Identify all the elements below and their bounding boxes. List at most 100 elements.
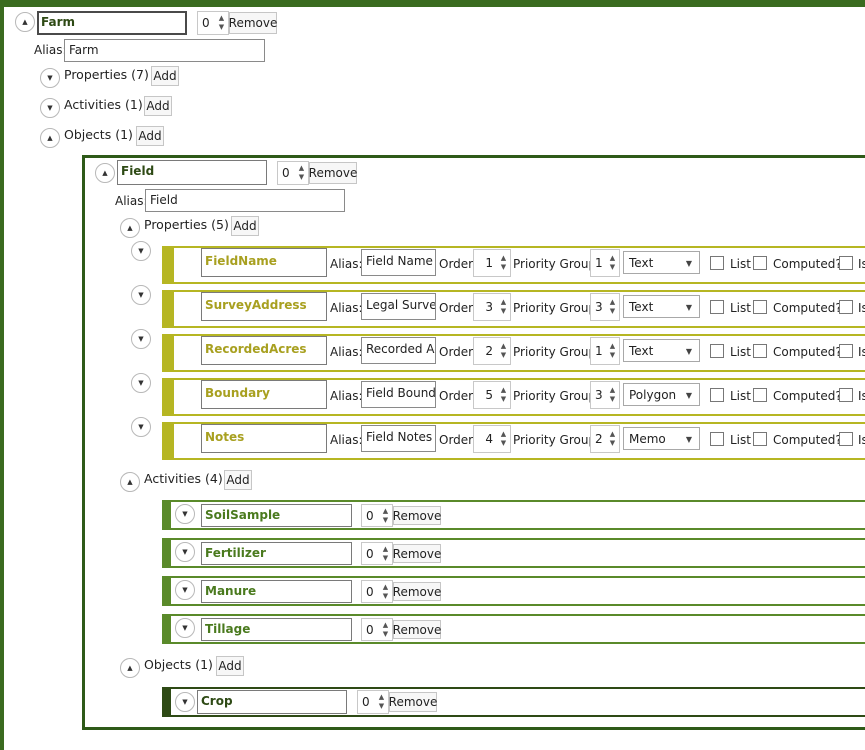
property-type-select[interactable]: Text ▼ xyxy=(623,251,700,274)
property-is-checkbox[interactable] xyxy=(839,256,853,270)
spinner-arrows-icon[interactable]: ▲ ▼ xyxy=(608,382,617,408)
property-alias-input[interactable]: Field Bounda xyxy=(361,381,436,408)
farm-activities-toggle[interactable]: ▼ xyxy=(40,98,60,118)
field-properties-add-button[interactable]: Add xyxy=(231,216,259,236)
activity-order-spinner[interactable]: 0 ▲ ▼ xyxy=(361,542,393,565)
farm-collapse-toggle[interactable]: ▲ xyxy=(15,12,35,32)
property-type-select[interactable]: Memo ▼ xyxy=(623,427,700,450)
property-toggle[interactable]: ▼ xyxy=(131,285,151,305)
property-name-input[interactable]: Notes xyxy=(201,424,327,453)
property-toggle[interactable]: ▼ xyxy=(131,329,151,349)
spinner-arrows-icon[interactable]: ▲ ▼ xyxy=(499,338,508,364)
spinner-arrows-icon[interactable]: ▲ ▼ xyxy=(499,250,508,276)
field-name-input[interactable]: Field xyxy=(117,160,267,185)
property-alias-input[interactable]: Legal Survey xyxy=(361,293,436,320)
property-list-checkbox[interactable] xyxy=(710,432,724,446)
property-type-select[interactable]: Text ▼ xyxy=(623,339,700,362)
field-activities-toggle[interactable]: ▲ xyxy=(120,472,140,492)
property-alias-input[interactable]: Field Notes xyxy=(361,425,436,452)
property-computed-checkbox[interactable] xyxy=(753,344,767,358)
spinner-arrows-icon[interactable]: ▲ ▼ xyxy=(297,162,306,184)
farm-properties-toggle[interactable]: ▼ xyxy=(40,68,60,88)
spinner-arrows-icon[interactable]: ▲ ▼ xyxy=(217,12,226,34)
property-toggle[interactable]: ▼ xyxy=(131,241,151,261)
activity-remove-button[interactable]: Remove xyxy=(393,620,441,639)
activity-toggle[interactable]: ▼ xyxy=(175,618,195,638)
property-order-spinner[interactable]: 5 ▲ ▼ xyxy=(473,381,511,409)
spinner-arrows-icon[interactable]: ▲ ▼ xyxy=(381,581,390,602)
property-is-checkbox[interactable] xyxy=(839,344,853,358)
spinner-arrows-icon[interactable]: ▲ ▼ xyxy=(499,382,508,408)
field-objects-add-button[interactable]: Add xyxy=(216,656,244,676)
property-name-input[interactable]: FieldName xyxy=(201,248,327,277)
property-is-checkbox[interactable] xyxy=(839,388,853,402)
field-objects-toggle[interactable]: ▲ xyxy=(120,658,140,678)
property-order-spinner[interactable]: 3 ▲ ▼ xyxy=(473,293,511,321)
field-activities-add-button[interactable]: Add xyxy=(224,470,252,490)
crop-collapse-toggle[interactable]: ▼ xyxy=(175,692,195,712)
activity-toggle[interactable]: ▼ xyxy=(175,580,195,600)
property-priority-group-spinner[interactable]: 3 ▲ ▼ xyxy=(590,293,620,321)
property-is-checkbox[interactable] xyxy=(839,432,853,446)
property-computed-checkbox[interactable] xyxy=(753,256,767,270)
property-alias-input[interactable]: Field Name xyxy=(361,249,436,276)
property-computed-checkbox[interactable] xyxy=(753,432,767,446)
property-priority-group-spinner[interactable]: 2 ▲ ▼ xyxy=(590,425,620,453)
spinner-arrows-icon[interactable]: ▲ ▼ xyxy=(381,619,390,640)
property-name-input[interactable]: SurveyAddress xyxy=(201,292,327,321)
farm-order-spinner[interactable]: 0 ▲ ▼ xyxy=(197,11,229,35)
field-remove-button[interactable]: Remove xyxy=(309,162,357,184)
field-alias-input[interactable]: Field xyxy=(145,189,345,212)
crop-order-spinner[interactable]: 0 ▲ ▼ xyxy=(357,690,389,714)
property-priority-group-spinner[interactable]: 3 ▲ ▼ xyxy=(590,381,620,409)
spinner-arrows-icon[interactable]: ▲ ▼ xyxy=(499,294,508,320)
activity-name-input[interactable]: SoilSample xyxy=(201,504,352,527)
farm-alias-input[interactable]: Farm xyxy=(64,39,265,62)
activity-remove-button[interactable]: Remove xyxy=(393,544,441,563)
activity-name-input[interactable]: Tillage xyxy=(201,618,352,641)
activity-remove-button[interactable]: Remove xyxy=(393,582,441,601)
property-order-spinner[interactable]: 2 ▲ ▼ xyxy=(473,337,511,365)
spinner-arrows-icon[interactable]: ▲ ▼ xyxy=(608,338,617,364)
property-list-checkbox[interactable] xyxy=(710,388,724,402)
property-toggle[interactable]: ▼ xyxy=(131,417,151,437)
property-type-select[interactable]: Text ▼ xyxy=(623,295,700,318)
activity-name-input[interactable]: Manure xyxy=(201,580,352,603)
activity-remove-button[interactable]: Remove xyxy=(393,506,441,525)
activity-order-spinner[interactable]: 0 ▲ ▼ xyxy=(361,618,393,641)
field-collapse-toggle[interactable]: ▲ xyxy=(95,163,115,183)
crop-name-input[interactable]: Crop xyxy=(197,690,347,714)
property-alias-input[interactable]: Recorded Ac xyxy=(361,337,436,364)
property-computed-checkbox[interactable] xyxy=(753,300,767,314)
property-list-checkbox[interactable] xyxy=(710,300,724,314)
spinner-arrows-icon[interactable]: ▲ ▼ xyxy=(608,426,617,452)
property-priority-group-spinner[interactable]: 1 ▲ ▼ xyxy=(590,337,620,365)
activity-toggle[interactable]: ▼ xyxy=(175,542,195,562)
property-order-spinner[interactable]: 4 ▲ ▼ xyxy=(473,425,511,453)
property-name-input[interactable]: Boundary xyxy=(201,380,327,409)
property-priority-group-spinner[interactable]: 1 ▲ ▼ xyxy=(590,249,620,277)
spinner-arrows-icon[interactable]: ▲ ▼ xyxy=(381,505,390,526)
property-order-spinner[interactable]: 1 ▲ ▼ xyxy=(473,249,511,277)
farm-activities-add-button[interactable]: Add xyxy=(144,96,172,116)
property-type-select[interactable]: Polygon ▼ xyxy=(623,383,700,406)
spinner-arrows-icon[interactable]: ▲ ▼ xyxy=(381,543,390,564)
activity-order-spinner[interactable]: 0 ▲ ▼ xyxy=(361,580,393,603)
spinner-arrows-icon[interactable]: ▲ ▼ xyxy=(608,250,617,276)
crop-remove-button[interactable]: Remove xyxy=(389,692,437,712)
property-is-checkbox[interactable] xyxy=(839,300,853,314)
property-toggle[interactable]: ▼ xyxy=(131,373,151,393)
farm-objects-add-button[interactable]: Add xyxy=(136,126,164,146)
property-list-checkbox[interactable] xyxy=(710,344,724,358)
field-properties-toggle[interactable]: ▲ xyxy=(120,218,140,238)
farm-properties-add-button[interactable]: Add xyxy=(151,66,179,86)
farm-remove-button[interactable]: Remove xyxy=(229,12,277,34)
spinner-arrows-icon[interactable]: ▲ ▼ xyxy=(377,691,386,713)
farm-objects-toggle[interactable]: ▲ xyxy=(40,128,60,148)
farm-name-input[interactable]: Farm xyxy=(37,11,187,35)
property-list-checkbox[interactable] xyxy=(710,256,724,270)
property-computed-checkbox[interactable] xyxy=(753,388,767,402)
spinner-arrows-icon[interactable]: ▲ ▼ xyxy=(499,426,508,452)
property-name-input[interactable]: RecordedAcres xyxy=(201,336,327,365)
field-order-spinner[interactable]: 0 ▲ ▼ xyxy=(277,161,309,185)
